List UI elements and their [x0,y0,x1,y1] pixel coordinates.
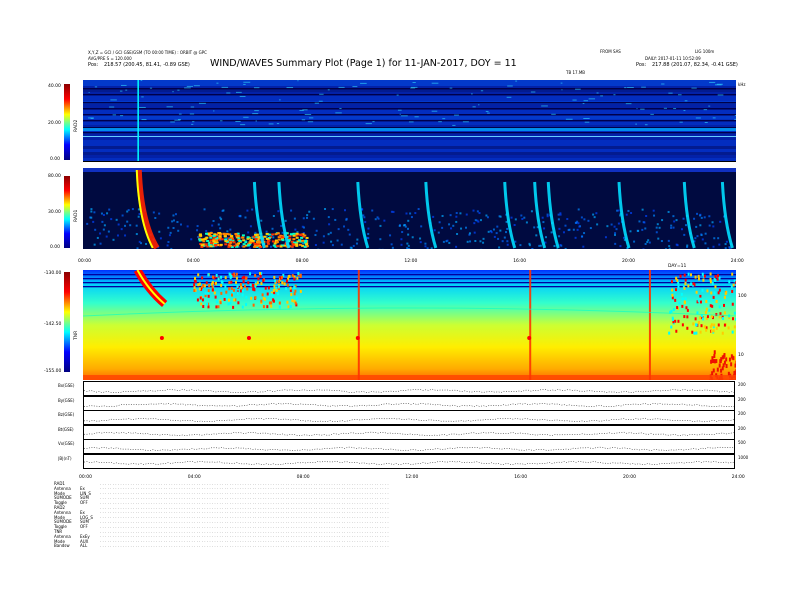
status-value: OFF [80,501,88,506]
overview-label: Vx(GSE) [58,441,74,446]
time-tick-bottom: 08:00 [297,475,310,480]
pos-left-value: 218.57 (200.45, 81.41, -0.89 GSE) [104,63,190,68]
tnr-label: TNR [74,331,79,340]
overview-label: Bx(GSE) [58,383,74,388]
status-value: ALL [80,544,87,549]
overview-label: By(GSE) [58,398,74,403]
overview-line [84,389,735,393]
page-title: WIND/WAVES Summary Plot (Page 1) for 11-… [210,58,517,69]
header-line1: X,Y,Z = GCI / GCI GSE/GSM (TO 00:00 TIME… [88,50,207,55]
status-key: Bandsw [54,544,70,549]
time-tick: 20:00 [622,259,635,264]
overview-right-tick: 200 [738,426,746,431]
right-freq-label: kHz [738,82,745,87]
rad1-tick-bot: 0.00 [50,245,60,250]
overview-label: |B|(nT) [58,456,72,461]
pos-left-label: Pos: [88,63,98,68]
rad2-tick-mid: 20.00 [48,121,61,126]
rad1-spectrogram [83,168,736,252]
overview-right-tick: 1000 [738,455,748,460]
overview-label: Bt(GSE) [58,427,74,432]
overview-line [84,447,735,451]
overview-right-tick: 200 [738,411,746,416]
tnr-right-tick-10: 10 [738,353,744,358]
overview-right-tick: 200 [738,397,746,402]
overview-strip [83,439,735,454]
time-tick-bottom: 16:00 [514,475,527,480]
time-tick: 12:00 [404,259,417,264]
time-tick-bottom: 24:00 [732,475,745,480]
overview-right-tick: 500 [738,440,746,445]
time-tick-bottom: 04:00 [188,475,201,480]
tnr-day-marker: DAY=11 [668,264,686,269]
time-tick: 08:00 [296,259,309,264]
tnr-colorbar [64,272,70,372]
rad1-tick-mid: 30.00 [48,210,61,215]
rad1-label: RAD1 [74,210,79,222]
time-tick-bottom: 12:00 [405,475,418,480]
header-right1: LIG 100m [695,49,714,54]
overview-strip [83,396,735,411]
overview-strip [83,381,735,396]
status-dots: . . . . . . . . . . . . . . . . . . . . … [100,544,389,549]
header-line2: AVG/PRE S = 120.000 [88,56,132,61]
overview-line [84,461,735,465]
overview-strip [83,425,735,440]
pos-right-value: 217.88 (201.07, 82.34, -0.41 GSE) [652,63,738,68]
tnr-right-tick-100: 100 [738,294,747,299]
overview-right-tick: 200 [738,382,746,387]
tnr-spectrogram [83,270,736,380]
status-value: OFF [80,525,88,530]
rad2-tick-top: 40.00 [48,84,61,89]
tnr-tick-top: -130.00 [44,271,61,276]
sub-center-label: TB 17.MB [566,70,585,75]
overview-line [84,432,735,436]
header-mid-right: FROM SAS [600,49,621,54]
time-tick: 04:00 [187,259,200,264]
overview-strip [83,410,735,425]
time-tick-bottom: 00:00 [79,475,92,480]
tnr-tick-bot: -155.00 [44,369,61,374]
time-tick: 16:00 [513,259,526,264]
pos-right-label: Pos: [636,63,646,68]
tnr-tick-mid: -142.50 [44,322,61,327]
rad2-tick-bot: 0.00 [50,157,60,162]
overview-line [84,403,735,407]
overview-label: Bz(GSE) [58,412,74,417]
time-tick-bottom: 20:00 [623,475,636,480]
overview-trace [84,455,736,470]
rad2-colorbar [64,84,70,160]
rad1-tick-top: 80.00 [48,174,61,179]
rad2-label: RAD2 [74,120,79,132]
overview-line [84,418,735,422]
time-tick: 24:00 [731,259,744,264]
rad1-colorbar [64,176,70,248]
time-tick: 00:00 [78,259,91,264]
rad2-spectrogram [83,80,736,162]
overview-strip [83,454,735,469]
header-right2: DAILY: 2017-01-11 10:52:09 [645,56,701,61]
